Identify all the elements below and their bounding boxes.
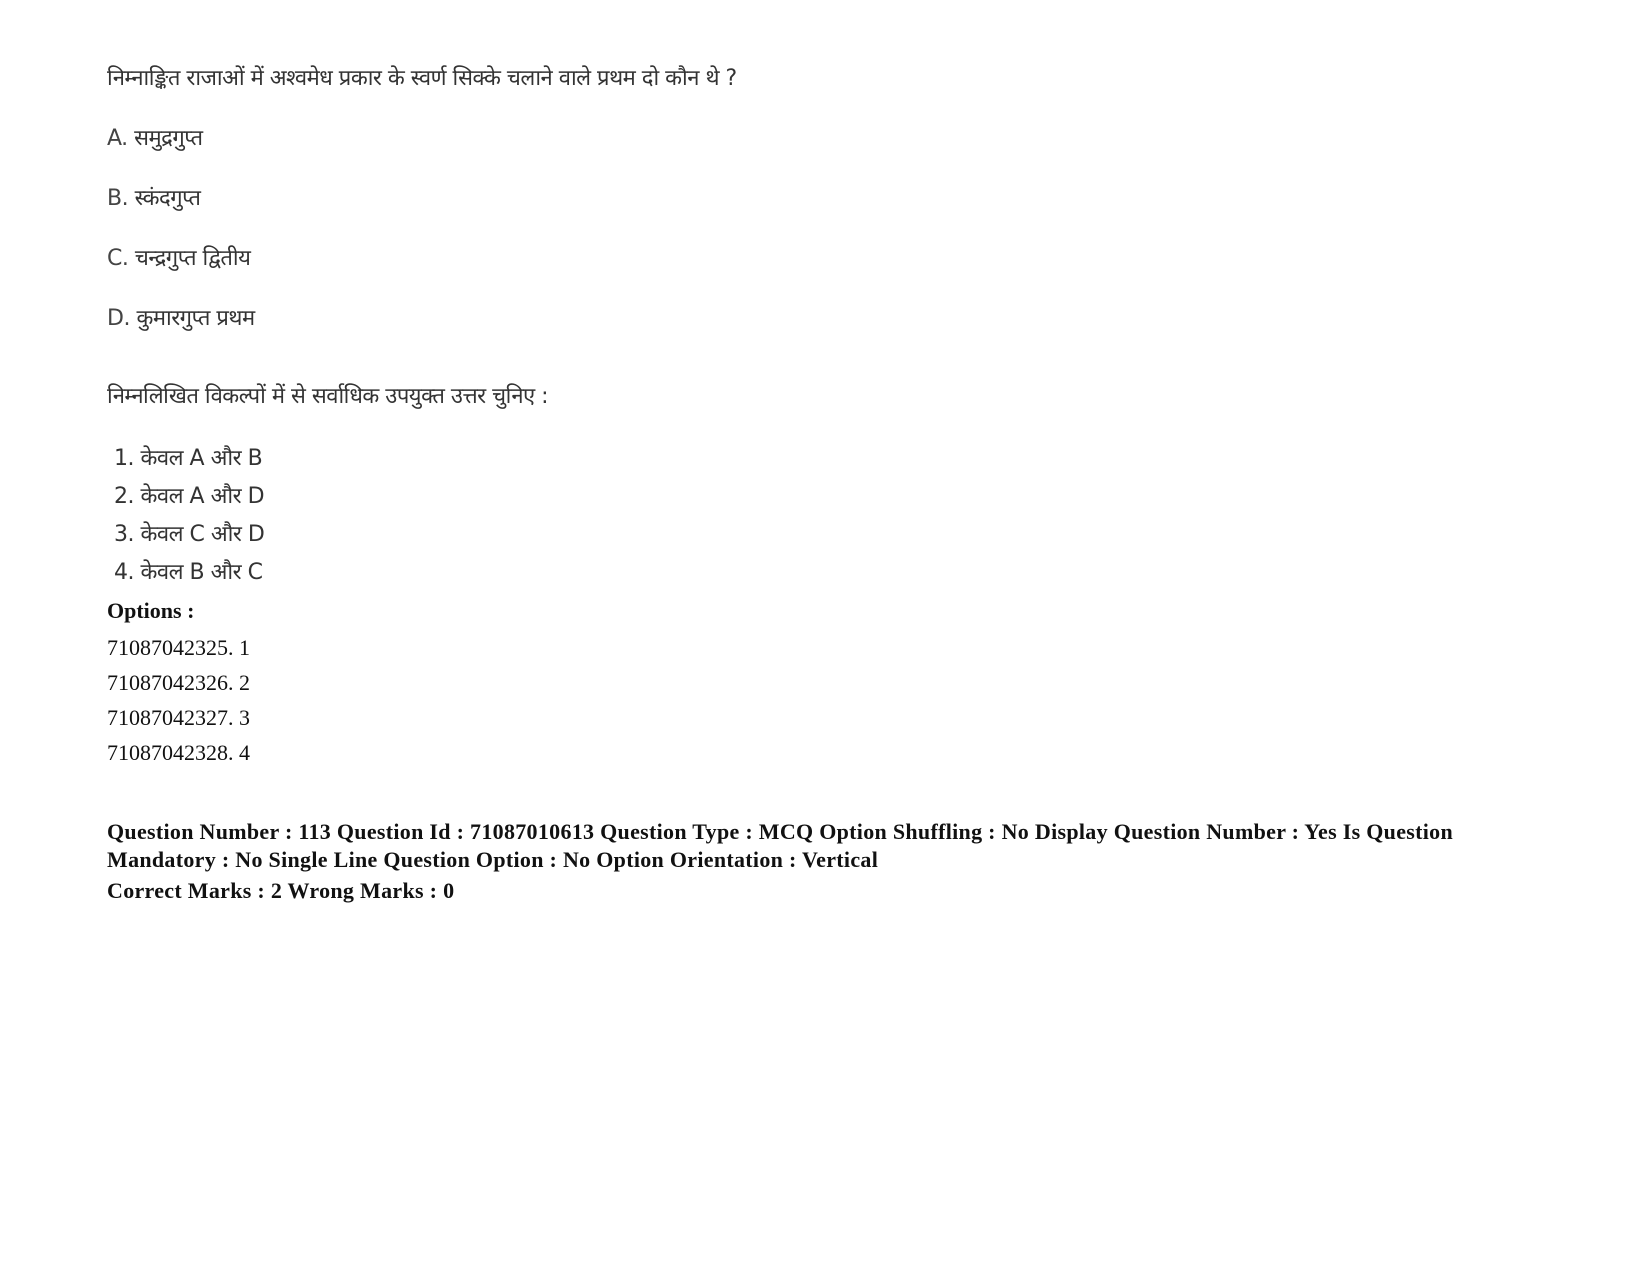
option-id: 71087042325. (107, 635, 234, 660)
answer-choices: 1. केवल A और B 2. केवल A और D 3. केवल C … (114, 440, 265, 592)
option-item: 71087042328. 4 (107, 735, 250, 770)
choice-item: 2. केवल A और D (114, 478, 265, 516)
choice-number: 2. (114, 484, 135, 509)
statement-text: कुमारगुप्त प्रथम (136, 306, 255, 331)
statement-a: A. समुद्रगुप्त (107, 122, 203, 152)
choice-item: 4. केवल B और C (114, 554, 264, 592)
instruction-text: निम्नलिखित विकल्पों में से सर्वाधिक उपयु… (107, 384, 549, 409)
statement-text: समुद्रगुप्त (134, 126, 203, 151)
statement-label: B. (107, 186, 129, 211)
option-item: 71087042326. 2 (107, 665, 250, 700)
choice-text: केवल A और B (140, 446, 263, 471)
option-id: 71087042327. (107, 705, 234, 730)
choice-text: केवल C और D (140, 522, 265, 547)
choice-number: 3. (114, 522, 135, 547)
statement-d: D. कुमारगुप्त प्रथम (107, 302, 255, 332)
option-id: 71087042326. (107, 670, 234, 695)
statement-text: स्कंदगुप्त (134, 186, 201, 211)
statement-label: A. (107, 126, 128, 151)
statement-b: B. स्कंदगुप्त (107, 182, 201, 212)
marks-info: Correct Marks : 2 Wrong Marks : 0 (107, 878, 455, 903)
choice-item: 1. केवल A और B (114, 440, 264, 478)
options-list: 71087042325. 1 71087042326. 2 7108704232… (107, 630, 250, 770)
option-item: 71087042327. 3 (107, 700, 250, 735)
choice-number: 1. (114, 446, 135, 471)
option-value: 3 (239, 705, 250, 730)
choice-item: 3. केवल C और D (114, 516, 265, 554)
choice-text: केवल A और D (140, 484, 265, 509)
question-metadata: Question Number : 113 Question Id : 7108… (107, 819, 1454, 872)
question-text: निम्नाङ्कित राजाओं में अश्वमेध प्रकार के… (107, 66, 737, 91)
option-value: 4 (239, 740, 250, 765)
option-id: 71087042328. (107, 740, 234, 765)
choice-text: केवल B और C (140, 560, 263, 585)
option-value: 2 (239, 670, 250, 695)
statement-label: D. (107, 306, 130, 331)
choice-number: 4. (114, 560, 135, 585)
option-value: 1 (239, 635, 250, 660)
option-item: 71087042325. 1 (107, 630, 250, 665)
options-heading: Options : (107, 598, 195, 623)
statement-text: चन्द्रगुप्त द्वितीय (134, 246, 251, 271)
statement-label: C. (107, 246, 129, 271)
statement-c: C. चन्द्रगुप्त द्वितीय (107, 242, 251, 272)
